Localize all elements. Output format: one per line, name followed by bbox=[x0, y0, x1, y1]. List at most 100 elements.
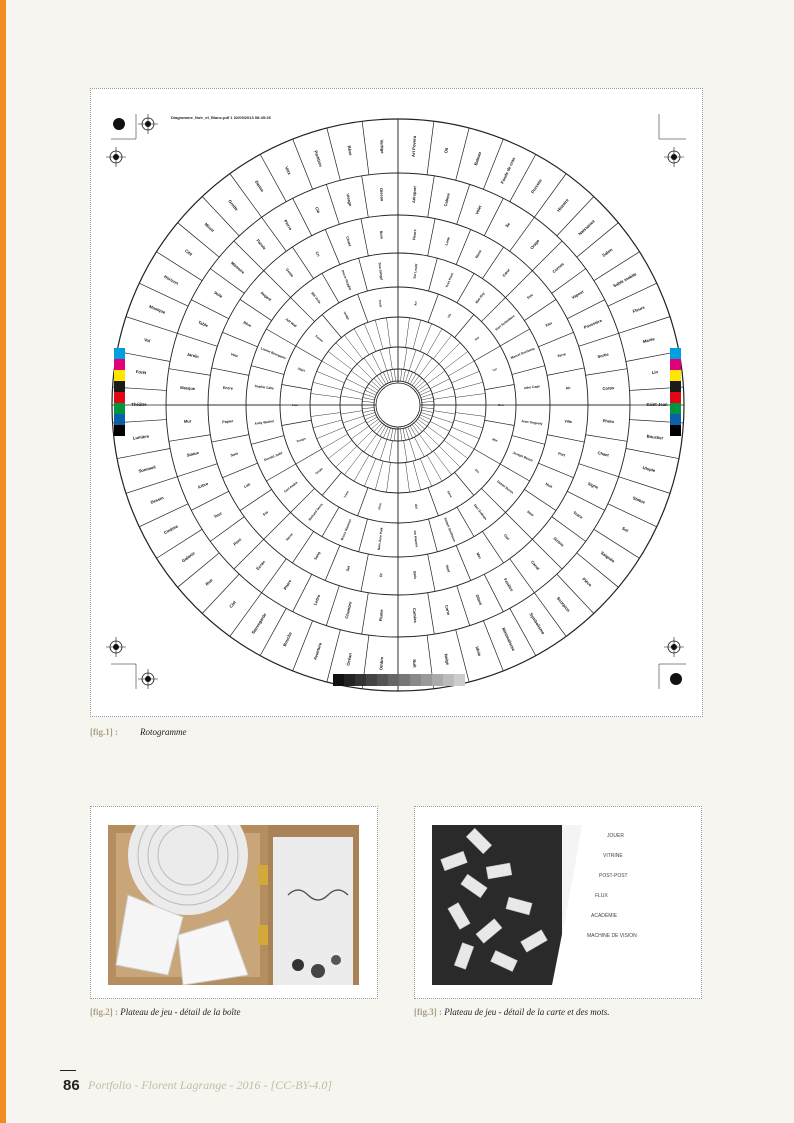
ring-divider bbox=[358, 518, 368, 552]
game-box-illustration bbox=[108, 825, 359, 985]
ring-divider bbox=[427, 487, 439, 517]
wheel-word: Papier bbox=[222, 419, 234, 424]
wheel-word: Eau bbox=[545, 321, 553, 328]
inner-tick bbox=[371, 380, 381, 390]
wheel-word: Feu bbox=[526, 293, 533, 300]
wheel-word: Dessin bbox=[150, 495, 165, 505]
wheel-word: Tour bbox=[213, 510, 223, 519]
calibration-swatch bbox=[114, 370, 125, 381]
ring-divider bbox=[177, 332, 218, 347]
inner-tick bbox=[409, 373, 417, 385]
ring-divider bbox=[321, 507, 340, 537]
wheel-word: Océan bbox=[345, 652, 352, 666]
ring-divider bbox=[483, 574, 504, 612]
wheel-word: Vie bbox=[446, 312, 452, 318]
inner-tick bbox=[386, 462, 391, 493]
ring-divider bbox=[427, 592, 435, 635]
wheel-word: Art Povera bbox=[411, 135, 417, 157]
ring-divider bbox=[538, 331, 574, 348]
inner-tick bbox=[373, 378, 383, 388]
inner-tick bbox=[386, 317, 391, 348]
calibration-swatch bbox=[670, 381, 681, 392]
inner-tick bbox=[418, 357, 433, 377]
ring-divider bbox=[266, 328, 296, 347]
ring-divider bbox=[578, 332, 619, 347]
inner-tick bbox=[342, 386, 364, 395]
inner-tick bbox=[312, 419, 343, 429]
ring-divider bbox=[547, 434, 585, 443]
wheel-word: Sophie Calle bbox=[254, 384, 274, 390]
ring-divider bbox=[360, 218, 369, 256]
ring-divider bbox=[292, 138, 313, 190]
inner-tick bbox=[368, 418, 379, 427]
ring-divider bbox=[259, 154, 287, 202]
calibration-swatch bbox=[114, 359, 125, 370]
wheel-word: Cornes bbox=[551, 261, 565, 274]
ring-divider bbox=[455, 127, 470, 181]
wheel-word: Cabine bbox=[443, 192, 451, 207]
wheel-word: Pont bbox=[232, 536, 243, 546]
inner-tick bbox=[413, 378, 423, 388]
wheel-word: Île bbox=[504, 221, 512, 229]
inner-tick bbox=[379, 439, 388, 461]
inner-tick bbox=[405, 462, 410, 493]
wheel-word: Utopie bbox=[642, 465, 657, 473]
wheel-word: Arbre bbox=[197, 481, 209, 490]
calibration-swatch bbox=[114, 348, 125, 359]
calibration-swatch bbox=[114, 403, 125, 414]
wheel-word: Carl Andre bbox=[283, 480, 298, 493]
grayscale-swatch bbox=[443, 674, 454, 686]
ring-divider bbox=[325, 585, 340, 626]
wheel-word: Sol bbox=[621, 526, 629, 534]
ring-divider bbox=[505, 512, 533, 540]
inner-tick bbox=[340, 410, 363, 415]
inner-tick bbox=[362, 397, 375, 401]
wheel-word: Ciel bbox=[503, 533, 510, 541]
calibration-swatch bbox=[670, 392, 681, 403]
photo-card-and-words: JOUER VITRINE POST-POST FLUX ACADÉMIE MACHINE… bbox=[432, 825, 683, 985]
page-accent-bar bbox=[0, 0, 6, 1123]
inner-tick bbox=[374, 319, 384, 350]
wheel-word: Terre bbox=[557, 352, 567, 358]
wheel-word: Symbolisme bbox=[528, 612, 546, 636]
wheel-word: Lumière bbox=[133, 433, 150, 440]
wheel-word: Clé bbox=[314, 206, 321, 214]
ring-divider bbox=[168, 368, 211, 376]
ring-divider bbox=[324, 545, 341, 581]
page-number: 86 bbox=[63, 1077, 80, 1094]
wheel-word: Image bbox=[343, 311, 351, 321]
inner-tick bbox=[451, 371, 480, 384]
color-calibration-strip-right bbox=[670, 348, 681, 436]
inner-tick bbox=[455, 412, 486, 417]
wheel-word: Oil bbox=[443, 147, 449, 153]
inner-tick bbox=[316, 426, 345, 439]
inner-tick bbox=[340, 395, 363, 400]
wheel-word: Scorpion bbox=[556, 596, 572, 614]
inner-tick bbox=[421, 409, 434, 413]
ring-divider bbox=[125, 316, 178, 334]
wheel-word: Joseph Beuys bbox=[512, 451, 534, 463]
inner-tick bbox=[365, 390, 377, 396]
inner-tick bbox=[415, 380, 425, 390]
inner-tick bbox=[393, 428, 396, 441]
calibration-swatch bbox=[670, 370, 681, 381]
wheel-word: Statue bbox=[632, 495, 646, 505]
wheel-word: Pressée bbox=[530, 177, 543, 194]
ring-divider bbox=[500, 328, 530, 347]
inner-tick bbox=[379, 349, 388, 371]
wheel-word: Danse bbox=[254, 179, 265, 193]
ring-divider bbox=[361, 121, 370, 175]
grayscale-swatch bbox=[355, 674, 366, 686]
inner-tick bbox=[388, 347, 393, 370]
wheel-word: Lait bbox=[243, 482, 251, 489]
inner-tick bbox=[417, 418, 428, 427]
inner-tick bbox=[408, 439, 417, 461]
inner-tick bbox=[350, 370, 370, 385]
wheel-word: Vent bbox=[445, 564, 451, 573]
wheel-word: Voix bbox=[284, 166, 292, 176]
ring-divider bbox=[547, 367, 585, 376]
inner-tick bbox=[371, 420, 381, 430]
ring-divider bbox=[177, 463, 218, 478]
inner-tick bbox=[408, 349, 417, 371]
wheel-word: Forme bbox=[314, 334, 324, 343]
